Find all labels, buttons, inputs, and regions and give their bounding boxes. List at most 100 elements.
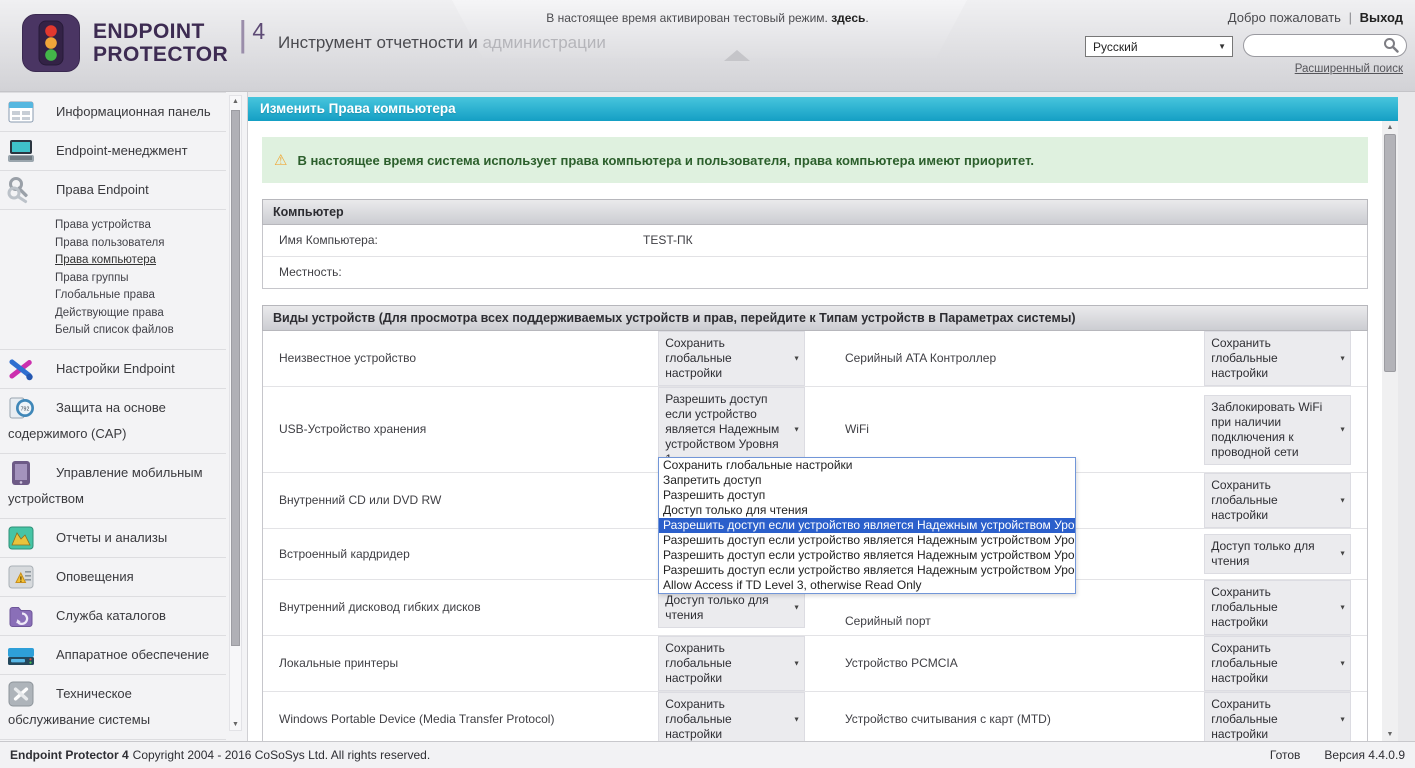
sidebar-item[interactable]: Служба каталогов bbox=[0, 597, 226, 636]
device-permission-select[interactable]: Сохранить глобальные настройки bbox=[1204, 692, 1351, 741]
device-label: WiFi bbox=[844, 422, 869, 436]
alerts-icon bbox=[6, 562, 36, 592]
scroll-down-icon[interactable]: ▼ bbox=[230, 721, 241, 728]
device-label: Серийный порт bbox=[844, 614, 931, 628]
endpoint-management-icon bbox=[6, 136, 36, 166]
device-label: Локальные принтеры bbox=[279, 656, 399, 670]
search-icon[interactable] bbox=[1383, 37, 1399, 58]
sidebar-item[interactable]: Конфигурация системы bbox=[0, 740, 226, 742]
content-scrollbar-thumb[interactable] bbox=[1384, 134, 1396, 372]
dropdown-option[interactable]: Разрешить доступ если устройство являетс… bbox=[659, 548, 1075, 563]
device-types-section-header: Виды устройств (Для просмотра всех подде… bbox=[262, 305, 1368, 331]
sidebar-submenu-item[interactable]: Права пользователя bbox=[55, 235, 226, 253]
welcome-area: Добро пожаловать | Выход bbox=[1227, 10, 1403, 25]
test-mode-link[interactable]: здесь bbox=[831, 11, 865, 25]
sidebar-item[interactable]: Аппаратное обеспечение bbox=[0, 636, 226, 675]
scroll-up-icon[interactable]: ▲ bbox=[1382, 124, 1398, 131]
content-scrollbar[interactable]: ▲ ▼ bbox=[1382, 121, 1398, 741]
sidebar-submenu-item[interactable]: Права группы bbox=[55, 270, 226, 288]
device-permission-select[interactable]: Сохранить глобальные настройки bbox=[658, 636, 805, 691]
chevron-down-icon: ▼ bbox=[1218, 42, 1226, 51]
device-permission-select[interactable]: Сохранить глобальные настройки bbox=[658, 692, 805, 741]
footer-copyright: Copyright 2004 - 2016 CoSoSys Ltd. All r… bbox=[132, 748, 431, 762]
sidebar-submenu-item[interactable]: Права компьютера bbox=[55, 252, 226, 270]
search-area bbox=[1243, 34, 1407, 57]
language-select[interactable]: Русский ▼ bbox=[1085, 36, 1233, 57]
content-aware-protection-icon: 792 bbox=[6, 393, 36, 423]
dropdown-option[interactable]: Разрешить доступ если устройство являетс… bbox=[659, 518, 1075, 533]
device-label: Неизвестное устройство bbox=[279, 351, 417, 365]
dropdown-option[interactable]: Allow Access if TD Level 3, otherwise Re… bbox=[659, 578, 1075, 593]
device-permission-select[interactable]: Сохранить глобальные настройки bbox=[1204, 636, 1351, 691]
sidebar-item[interactable]: Управление мобильным устройством bbox=[0, 454, 226, 519]
dropdown-option[interactable]: Сохранить глобальные настройки bbox=[659, 458, 1075, 473]
main-content: Изменить Права компьютера ⚠ В настоящее в… bbox=[248, 92, 1398, 741]
field-label: Имя Компьютера: bbox=[279, 233, 378, 247]
logout-link[interactable]: Выход bbox=[1360, 10, 1403, 25]
computer-info-row: Имя Компьютера: TEST-ПК bbox=[263, 225, 1367, 257]
sidebar-item[interactable]: 792 Защита на основе содержимого (CAP) bbox=[0, 389, 226, 454]
device-label: Внутренний CD или DVD RW bbox=[279, 493, 442, 507]
content-body: ⚠ В настоящее время система использует пр… bbox=[248, 121, 1398, 741]
test-mode-text: В настоящее время активирован тестовый р… bbox=[546, 11, 828, 25]
dropdown-option[interactable]: Разрешить доступ если устройство являетс… bbox=[659, 563, 1075, 578]
computer-section: Компьютер Имя Компьютера: TEST-ПК Местно… bbox=[262, 199, 1368, 289]
endpoint-settings-icon bbox=[6, 354, 36, 384]
svg-text:792: 792 bbox=[21, 406, 30, 412]
sidebar-item[interactable]: Права Endpoint bbox=[0, 171, 226, 210]
directory-services-icon bbox=[6, 601, 36, 631]
dropdown-option[interactable]: Доступ только для чтения bbox=[659, 503, 1075, 518]
device-label: Устройство PCMCIA bbox=[844, 656, 958, 670]
advanced-search-link[interactable]: Расширенный поиск bbox=[1295, 63, 1403, 75]
computer-info-row: Местность: bbox=[263, 257, 1367, 288]
sidebar-item[interactable]: Оповещения bbox=[0, 558, 226, 597]
reports-analysis-icon bbox=[6, 523, 36, 553]
sidebar-item-label: Управление мобильным устройством bbox=[8, 464, 203, 506]
open-permission-dropdown: Сохранить глобальные настройки Запретить… bbox=[658, 457, 1076, 594]
sidebar-item[interactable]: Отчеты и анализы bbox=[0, 519, 226, 558]
device-label: Серийный ATA Контроллер bbox=[844, 351, 997, 365]
sidebar-menu: Информационная панель Endpoint-менеджмен… bbox=[0, 92, 226, 741]
sidebar-item-label: Служба каталогов bbox=[56, 607, 166, 623]
scroll-down-icon[interactable]: ▼ bbox=[1382, 731, 1398, 738]
sidebar-item-label: Настройки Endpoint bbox=[56, 360, 175, 376]
sidebar-item[interactable]: Endpoint-менеджмент bbox=[0, 132, 226, 171]
middle-region: Информационная панель Endpoint-менеджмен… bbox=[0, 92, 1415, 741]
scroll-up-icon[interactable]: ▲ bbox=[230, 98, 241, 105]
header-tab-notch bbox=[724, 50, 750, 61]
top-header: ENDPOINT PROTECTOR | 4 В настоящее время… bbox=[0, 0, 1415, 92]
sidebar-item[interactable]: Настройки Endpoint bbox=[0, 350, 226, 389]
footer-product: Endpoint Protector 4 bbox=[10, 748, 129, 762]
sidebar-submenu-item[interactable]: Белый список файлов bbox=[55, 322, 226, 340]
sidebar-submenu: Права устройства Права пользователя Прав… bbox=[0, 210, 226, 350]
sidebar-item-label: Техническое обслуживание системы bbox=[8, 685, 151, 727]
sidebar-submenu-item[interactable]: Глобальные права bbox=[55, 287, 226, 305]
dropdown-option[interactable]: Разрешить доступ bbox=[659, 488, 1075, 503]
sidebar-item-label: Отчеты и анализы bbox=[56, 529, 168, 545]
footer-version: Версия 4.4.0.9 bbox=[1324, 748, 1405, 762]
device-label: Внутренний дисковод гибких дисков bbox=[279, 600, 481, 614]
sidebar-item[interactable]: Техническое обслуживание системы bbox=[0, 675, 226, 740]
dropdown-option[interactable]: Запретить доступ bbox=[659, 473, 1075, 488]
sidebar-scrollbar-thumb[interactable] bbox=[231, 110, 240, 646]
device-permission-select[interactable]: Сохранить глобальные настройки bbox=[658, 331, 805, 386]
sidebar-submenu-item[interactable]: Права устройства bbox=[55, 217, 226, 235]
brand-name: ENDPOINT PROTECTOR bbox=[93, 20, 229, 66]
device-permission-select[interactable]: Сохранить глобальные настройки bbox=[1204, 331, 1351, 386]
dropdown-option[interactable]: Разрешить доступ если устройство являетс… bbox=[659, 533, 1075, 548]
sidebar-scrollbar[interactable]: ▲ ▼ bbox=[229, 95, 242, 731]
sidebar-submenu-item[interactable]: Действующие права bbox=[55, 305, 226, 323]
device-permission-select[interactable]: Сохранить глобальные настройки bbox=[1204, 473, 1351, 528]
field-value: TEST-ПК bbox=[643, 233, 693, 247]
device-permission-select[interactable]: Сохранить глобальные настройки bbox=[1204, 580, 1351, 635]
warning-banner: ⚠ В настоящее время система использует пр… bbox=[262, 137, 1368, 183]
device-permission-select[interactable]: Доступ только для чтения bbox=[1204, 534, 1351, 574]
device-row: Локальные принтеры Сохранить глобальные … bbox=[263, 636, 1367, 692]
sidebar-item-label: Оповещения bbox=[56, 568, 134, 584]
test-mode-banner: В настоящее время активирован тестовый р… bbox=[546, 11, 869, 25]
device-label: USB-Устройство хранения bbox=[279, 422, 427, 436]
device-permission-select[interactable]: Заблокировать WiFi при наличии подключен… bbox=[1204, 394, 1351, 465]
content-title-bar: Изменить Права компьютера bbox=[248, 97, 1398, 121]
sidebar-item-label: Права Endpoint bbox=[56, 182, 149, 197]
sidebar-item[interactable]: Информационная панель bbox=[0, 93, 226, 132]
